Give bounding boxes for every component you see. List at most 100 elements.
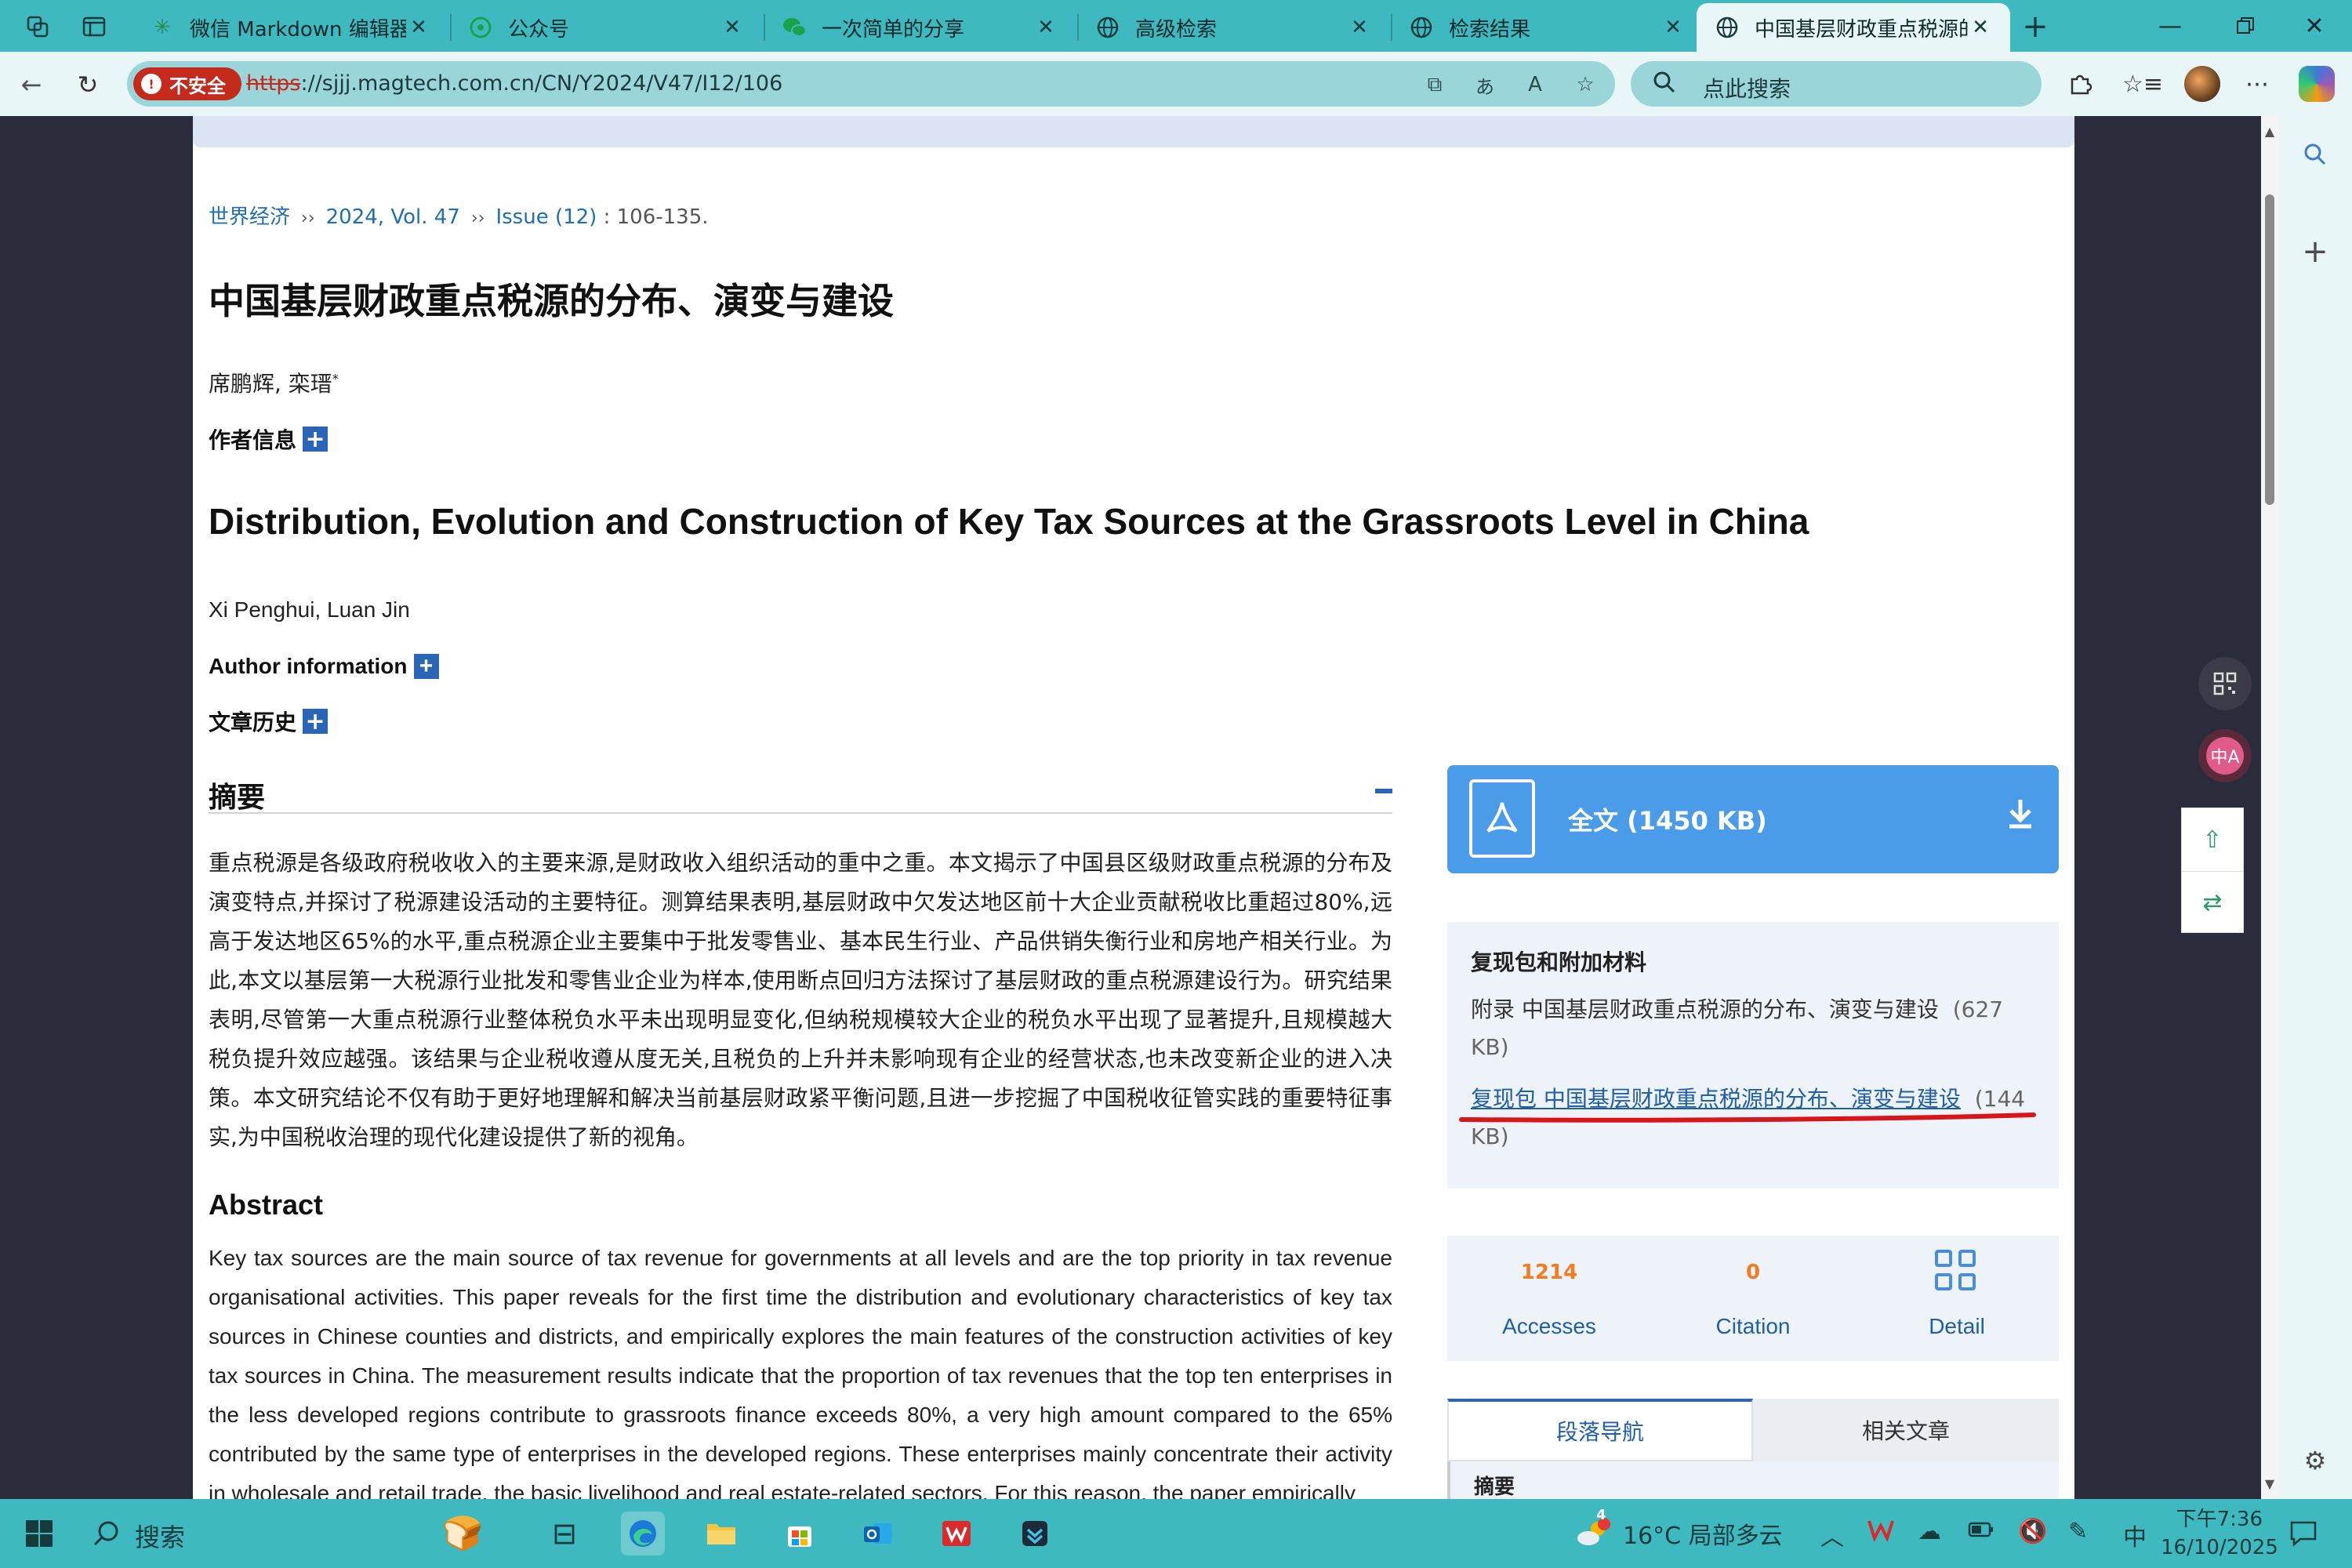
- restore-icon[interactable]: [2208, 0, 2283, 52]
- new-tab-icon[interactable]: +: [2018, 9, 2053, 45]
- more-menu-icon[interactable]: ⋯: [2239, 66, 2275, 102]
- scroll-up-arrow-icon[interactable]: ▲: [2261, 124, 2278, 139]
- switch-arrows-icon[interactable]: ⇄: [2182, 871, 2243, 934]
- tab-related-articles[interactable]: 相关文章: [1753, 1399, 2059, 1461]
- wechat-favicon-icon: [467, 14, 494, 41]
- vertical-tabs-icon[interactable]: [77, 9, 111, 44]
- supplementary-item[interactable]: 附录 中国基层财政重点税源的分布、演变与建设 (627 KB): [1471, 991, 2035, 1066]
- breadcrumb-journal[interactable]: 世界经济: [209, 205, 290, 229]
- tray-pen-icon[interactable]: ✎: [2068, 1518, 2088, 1545]
- expand-plus-icon[interactable]: +: [303, 426, 328, 453]
- profile-avatar[interactable]: [2184, 66, 2220, 102]
- file-explorer-icon[interactable]: [699, 1512, 743, 1555]
- scroll-down-arrow-icon[interactable]: ▼: [2261, 1476, 2278, 1491]
- tab-section-nav[interactable]: 段落导航: [1447, 1399, 1753, 1461]
- detail-label[interactable]: Detail: [1855, 1314, 2059, 1339]
- close-tab-icon[interactable]: ✕: [1968, 16, 1993, 39]
- tray-chevron-up-icon[interactable]: ︿: [1820, 1518, 1844, 1552]
- article-history-toggle[interactable]: 文章历史 +: [209, 706, 328, 737]
- tab-advanced-search[interactable]: 高级检索 ✕: [1077, 3, 1389, 52]
- favorites-icon[interactable]: ☆≡: [2122, 66, 2163, 102]
- read-aloud-icon[interactable]: A: [1521, 71, 1549, 99]
- detail-metric[interactable]: Detail: [1855, 1236, 2059, 1361]
- page-scrollbar[interactable]: ▲ ▼: [2261, 116, 2278, 1499]
- browser-tab-bar: ✳ 微信 Markdown 编辑器 | ∃ ✕ 公众号 ✕ 一次简单的分享 ✕ …: [0, 0, 2352, 52]
- outlook-icon[interactable]: [856, 1512, 900, 1555]
- qr-code-icon[interactable]: [2198, 657, 2252, 710]
- settings-gear-icon[interactable]: ⚙: [2296, 1441, 2335, 1480]
- weather-icon[interactable]: [1571, 1512, 1615, 1555]
- citation-label[interactable]: Citation: [1651, 1314, 1855, 1339]
- supplementary-item-title[interactable]: 附录 中国基层财政重点税源的分布、演变与建设: [1471, 996, 1939, 1022]
- sidebar-add-icon[interactable]: +: [2296, 232, 2335, 271]
- replication-package-link[interactable]: 复现包 中国基层财政重点税源的分布、演变与建设: [1471, 1086, 1961, 1112]
- citation-metric[interactable]: 0 Citation: [1651, 1236, 1855, 1361]
- task-view-icon[interactable]: ⊟: [543, 1512, 586, 1555]
- back-icon[interactable]: ←: [13, 66, 50, 103]
- author-info-cn-toggle[interactable]: 作者信息 +: [209, 423, 328, 455]
- close-tab-icon[interactable]: ✕: [406, 16, 431, 39]
- breadcrumb-volume[interactable]: 2024, Vol. 47: [326, 205, 460, 229]
- close-tab-icon[interactable]: ✕: [720, 16, 745, 39]
- insecure-badge[interactable]: ! 不安全: [133, 67, 241, 100]
- minimize-icon[interactable]: —: [2132, 0, 2208, 52]
- sidebar-tabs: 段落导航 相关文章 摘要: [1447, 1399, 2059, 1499]
- tab-gongzhonghao[interactable]: 公众号 ✕: [450, 3, 762, 52]
- ime-indicator[interactable]: 中: [2123, 1518, 2147, 1552]
- section-nav-list: 摘要: [1447, 1461, 2059, 1499]
- weather-text[interactable]: 16°C 局部多云: [1623, 1516, 1783, 1551]
- close-tab-icon[interactable]: ✕: [1033, 16, 1058, 39]
- scrollbar-thumb[interactable]: [2265, 194, 2274, 505]
- breadcrumb-issue[interactable]: Issue (12): [495, 205, 597, 229]
- expand-plus-icon[interactable]: +: [303, 708, 328, 735]
- workspaces-icon[interactable]: [20, 9, 55, 44]
- system-clock[interactable]: 下午7:36 16/10/2025: [2161, 1505, 2278, 1562]
- wps-office-icon[interactable]: [935, 1512, 978, 1555]
- breadcrumb-separator: ››: [301, 209, 315, 228]
- section-nav-item[interactable]: 摘要: [1474, 1471, 1515, 1499]
- author-info-en-label: Author information: [209, 654, 408, 678]
- refresh-icon[interactable]: ↻: [69, 66, 107, 103]
- open-in-app-icon[interactable]: ⧉: [1421, 71, 1449, 99]
- accesses-label[interactable]: Accesses: [1447, 1314, 1651, 1339]
- extensions-icon[interactable]: [2062, 66, 2098, 102]
- page-viewport: 世界经济 ›› 2024, Vol. 47 ›› Issue (12) : 106-13…: [8, 116, 2261, 1499]
- taskbar-search-icon[interactable]: [85, 1512, 129, 1555]
- tab-article-active[interactable]: 中国基层财政重点税源的分 ✕: [1697, 3, 2010, 52]
- notifications-icon[interactable]: [2281, 1512, 2325, 1555]
- favorite-star-icon[interactable]: ☆: [1571, 71, 1599, 99]
- copilot-icon[interactable]: [2299, 66, 2335, 102]
- tab-markdown-editor[interactable]: ✳ 微信 Markdown 编辑器 | ∃ ✕: [132, 3, 448, 52]
- app-shield-icon[interactable]: [1013, 1512, 1057, 1555]
- tab-search-results[interactable]: 检索结果 ✕: [1391, 3, 1703, 52]
- tab-title: 一次简单的分享: [822, 17, 965, 42]
- tray-cloud-icon[interactable]: ☁: [1918, 1518, 1941, 1545]
- close-tab-icon[interactable]: ✕: [1347, 16, 1372, 39]
- author-info-en-toggle[interactable]: Author information +: [209, 653, 439, 679]
- tab-share[interactable]: 一次简单的分享 ✕: [764, 3, 1076, 52]
- close-window-icon[interactable]: ✕: [2277, 0, 2352, 52]
- tray-speaker-muted-icon[interactable]: 🔇: [2018, 1518, 2047, 1545]
- translate-extension-icon[interactable]: 中A: [2198, 729, 2252, 782]
- search-highlight-bread-icon[interactable]: 🍞: [408, 1512, 517, 1555]
- search-box[interactable]: 点此搜索: [1631, 61, 2042, 107]
- collapse-minus-icon[interactable]: [1375, 789, 1392, 793]
- expand-plus-icon[interactable]: +: [413, 653, 439, 679]
- translate-icon[interactable]: あ: [1471, 71, 1499, 99]
- close-tab-icon[interactable]: ✕: [1661, 16, 1686, 39]
- url-field[interactable]: ! 不安全 https://sjjj.magtech.com.cn/CN/Y20…: [127, 61, 1615, 107]
- fulltext-download-button[interactable]: 全文 (1450 KB): [1447, 765, 2059, 873]
- supplementary-heading: 复现包和附加材料: [1471, 949, 1647, 975]
- supplementary-item[interactable]: 复现包 中国基层财政重点税源的分布、演变与建设 (144 KB): [1471, 1080, 2035, 1156]
- tray-wps-icon[interactable]: [1867, 1518, 1894, 1548]
- sidebar-search-icon[interactable]: [2296, 135, 2335, 174]
- edge-browser-icon[interactable]: [621, 1512, 665, 1555]
- taskbar-search-label[interactable]: 搜索: [135, 1518, 185, 1554]
- scroll-to-top-icon[interactable]: ⇧: [2182, 808, 2243, 871]
- authors-cn: 席鹏辉, 栾瑨*: [209, 367, 339, 398]
- windows-start-icon[interactable]: [17, 1512, 61, 1555]
- microsoft-store-icon[interactable]: [778, 1512, 822, 1555]
- article-history-label: 文章历史: [209, 710, 297, 735]
- tray-battery-icon[interactable]: [1968, 1518, 1994, 1545]
- accesses-metric[interactable]: 1214 Accesses: [1447, 1236, 1651, 1361]
